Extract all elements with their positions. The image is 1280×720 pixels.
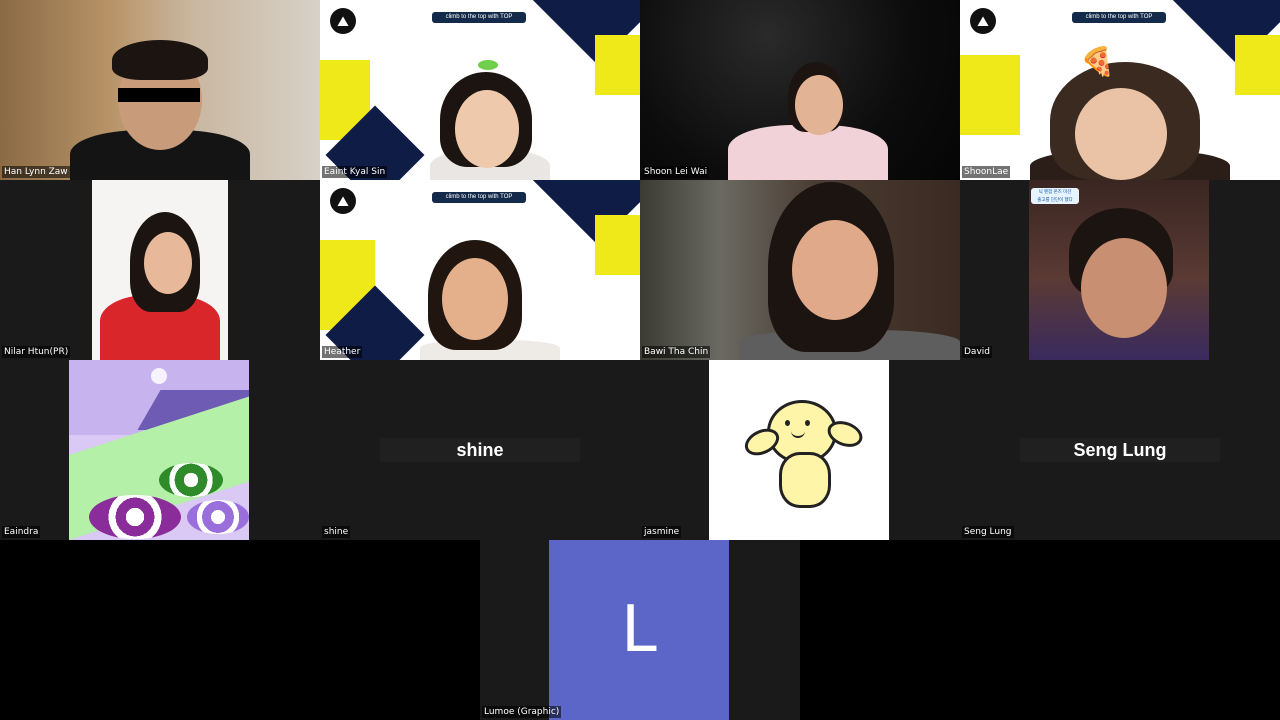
participant-hair xyxy=(112,40,208,80)
participant-name: Lumoe (Graphic) xyxy=(482,706,562,718)
video-tile-seng-lung[interactable]: Seng Lung Seng Lung xyxy=(960,360,1280,540)
participant-face xyxy=(455,90,519,168)
profile-picture xyxy=(709,360,889,540)
video-tile-eaindra[interactable]: Eaindra xyxy=(0,360,320,540)
video-tile-shoonlae[interactable]: ⛰ climb to the top with TOP 🍕 ShoonLae xyxy=(960,0,1280,180)
party-hat-icon: 🍕 xyxy=(1080,46,1115,77)
participant-name: shine xyxy=(322,526,351,538)
participant-body xyxy=(728,125,888,180)
banner-label: climb to the top with TOP xyxy=(432,192,526,203)
participant-face xyxy=(144,232,192,294)
participant-name: Shoon Lei Wai xyxy=(642,166,710,178)
sunglasses-filter xyxy=(118,88,200,102)
sprout-filter-icon xyxy=(478,60,498,70)
ripple-pad-icon xyxy=(89,495,181,539)
video-tile-nilar-htun[interactable]: Nilar Htun(PR) xyxy=(0,180,320,360)
participant-name: Seng Lung xyxy=(962,526,1014,538)
yellow-puzzle-shape xyxy=(595,215,640,275)
climber-logo-icon: ⛰ xyxy=(330,188,356,214)
participant-name: jasmine xyxy=(642,526,682,538)
video-tile-heather[interactable]: ⛰ climb to the top with TOP Heather xyxy=(320,180,640,360)
banner-label: climb to the top with TOP xyxy=(1072,12,1166,23)
yellow-puzzle-shape-left xyxy=(960,55,1020,135)
participant-name: Eaindra xyxy=(2,526,41,538)
initial-avatar: L xyxy=(549,540,729,720)
video-tile-han-lynn-zaw[interactable]: Han Lynn Zaw xyxy=(0,0,320,180)
character-body xyxy=(779,452,831,508)
climber-logo-icon: ⛰ xyxy=(970,8,996,34)
character-eye xyxy=(785,420,790,426)
participant-face xyxy=(442,258,508,340)
video-tile-jasmine[interactable]: jasmine xyxy=(640,360,960,540)
participant-name: Bawi Tha Chin xyxy=(642,346,711,358)
participant-face xyxy=(792,220,878,320)
ripple-pad-icon xyxy=(159,463,223,497)
participant-face xyxy=(1081,238,1167,338)
video-tile-shine[interactable]: shine shine xyxy=(320,360,640,540)
banner-label: climb to the top with TOP xyxy=(432,12,526,23)
moon-icon xyxy=(151,368,167,384)
yellow-puzzle-shape xyxy=(595,35,640,95)
participant-name: Han Lynn Zaw xyxy=(2,166,70,178)
video-tile-david[interactable]: 닉 펜팜 몬즈 미션 출고를 단단이 했다 David xyxy=(960,180,1280,360)
portrait-video: 닉 펜팜 몬즈 미션 출고를 단단이 했다 xyxy=(1029,180,1209,360)
video-tile-shoon-lei-wai[interactable]: Shoon Lei Wai xyxy=(640,0,960,180)
profile-picture xyxy=(69,360,249,540)
character-eye xyxy=(805,420,810,426)
video-tile-eaint-kyal-sin[interactable]: ⛰ climb to the top with TOP Eaint Kyal S… xyxy=(320,0,640,180)
yellow-puzzle-shape xyxy=(1235,35,1280,95)
participant-name: Nilar Htun(PR) xyxy=(2,346,71,358)
camera-off-name: shine xyxy=(380,438,580,462)
portrait-video xyxy=(92,180,228,360)
participant-face xyxy=(795,75,843,135)
ripple-pad-icon xyxy=(187,500,249,534)
camera-off-name: Seng Lung xyxy=(1020,438,1220,462)
video-tile-lumoe[interactable]: L Lumoe (Graphic) xyxy=(480,540,800,720)
participant-name: David xyxy=(962,346,992,358)
sticker-caption: 닉 펜팜 몬즈 미션 출고를 단단이 했다 xyxy=(1031,188,1079,204)
participant-face xyxy=(1075,88,1167,180)
participant-name: Heather xyxy=(322,346,363,358)
participant-name: ShoonLae xyxy=(962,166,1011,178)
video-tile-bawi-tha-chin[interactable]: Bawi Tha Chin xyxy=(640,180,960,360)
participant-name: Eaint Kyal Sin xyxy=(322,166,388,178)
climber-logo-icon: ⛰ xyxy=(330,8,356,34)
